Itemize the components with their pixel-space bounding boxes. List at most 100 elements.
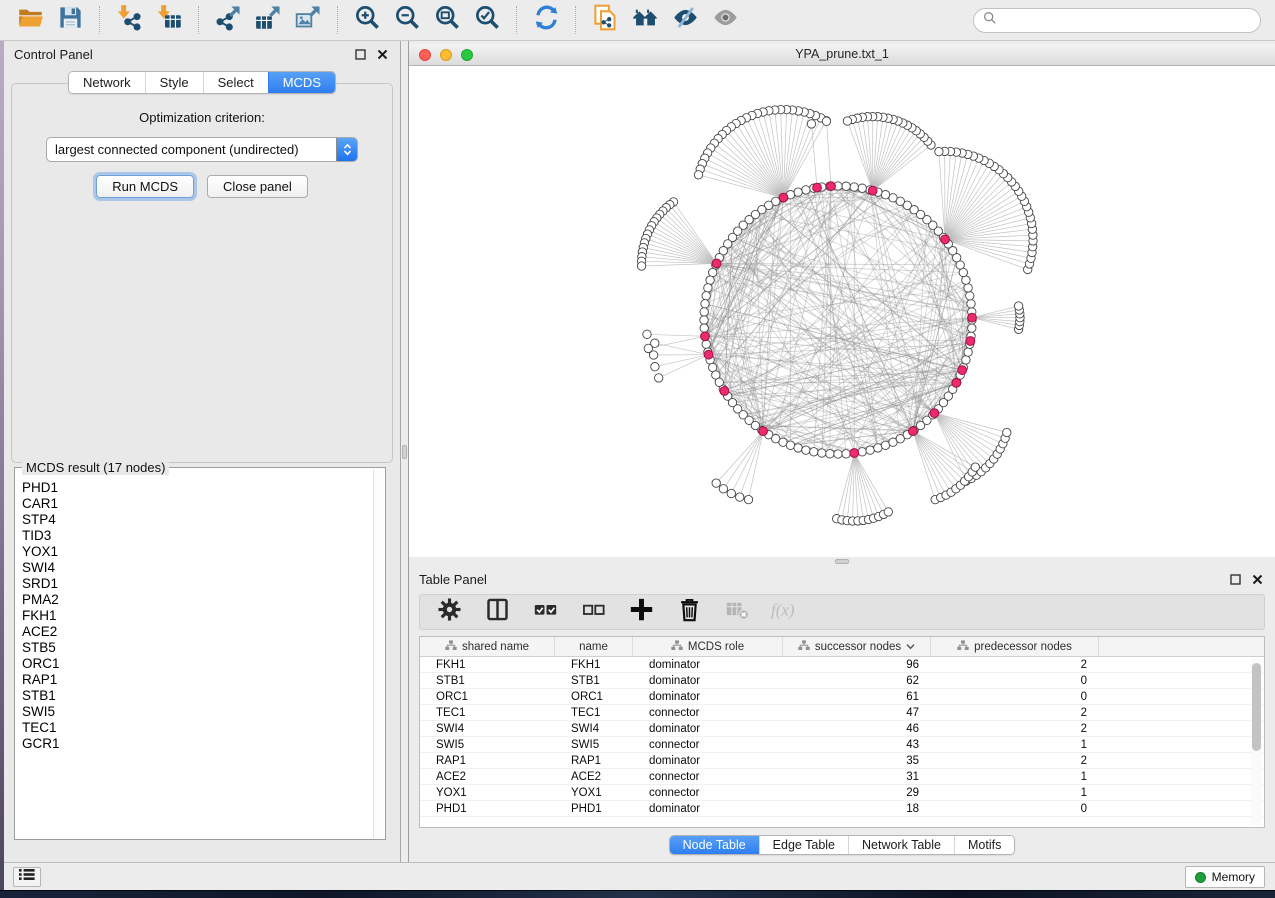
create-column-button[interactable]	[626, 596, 657, 628]
first-neighbors-button[interactable]	[625, 4, 665, 36]
table-row[interactable]: ACE2ACE2connector311	[420, 769, 1264, 785]
table-scrollbar[interactable]	[1251, 659, 1262, 825]
table-cell: 2	[931, 657, 1099, 672]
mcds-result-item[interactable]: RAP1	[22, 672, 373, 688]
network-graph[interactable]	[409, 66, 1275, 557]
zoom-fit-button[interactable]	[427, 4, 467, 36]
scrollbar-thumb[interactable]	[1252, 663, 1261, 751]
criterion-select[interactable]: largest connected component (undirected)	[46, 137, 358, 162]
mcds-result-item[interactable]: TEC1	[22, 720, 373, 736]
mcds-result-item[interactable]: PHD1	[22, 480, 373, 496]
memory-button[interactable]: Memory	[1185, 866, 1265, 888]
tab-motifs[interactable]: Motifs	[954, 836, 1014, 854]
select-all-button[interactable]	[530, 596, 561, 628]
column-header-predecessor-nodes[interactable]: predecessor nodes	[931, 637, 1099, 656]
close-panel-button[interactable]: Close panel	[207, 175, 308, 198]
apply-layout-button[interactable]	[526, 4, 566, 36]
tab-style[interactable]: Style	[145, 72, 203, 93]
criterion-selected-value: largest connected component (undirected)	[47, 142, 336, 157]
table-row[interactable]: TEC1TEC1connector472	[420, 705, 1264, 721]
tab-select[interactable]: Select	[203, 72, 268, 93]
mcds-result-item[interactable]: PMA2	[22, 592, 373, 608]
panel-menu-button[interactable]	[13, 867, 41, 887]
delete-column-button[interactable]	[674, 596, 705, 628]
tab-network-table[interactable]: Network Table	[848, 836, 954, 854]
open-session-button[interactable]	[10, 4, 50, 36]
table-cell: ACE2	[420, 769, 555, 784]
table-row[interactable]: YOX1YOX1connector291	[420, 785, 1264, 801]
import-network-icon	[114, 4, 145, 36]
tab-network[interactable]: Network	[69, 72, 145, 93]
show-all-button[interactable]	[705, 4, 745, 36]
run-mcds-button[interactable]: Run MCDS	[96, 175, 194, 198]
mcds-result-item[interactable]: STB1	[22, 688, 373, 704]
table-row[interactable]: SWI4SWI4dominator462	[420, 721, 1264, 737]
table-mode-gear-button[interactable]	[434, 596, 465, 628]
table-row[interactable]: FKH1FKH1dominator962	[420, 657, 1264, 673]
column-label: name	[579, 641, 608, 653]
search-box[interactable]	[973, 8, 1261, 33]
mcds-result-item[interactable]: SWI5	[22, 704, 373, 720]
mcds-list-scrollbar[interactable]	[373, 469, 384, 838]
tab-edge-table[interactable]: Edge Table	[759, 836, 848, 854]
table-row[interactable]: STB1STB1dominator620	[420, 673, 1264, 689]
table-cell: 62	[783, 673, 931, 688]
import-network-button[interactable]	[109, 4, 149, 36]
mcds-result-item[interactable]: SRD1	[22, 576, 373, 592]
float-panel-icon[interactable]	[352, 46, 368, 62]
column-header-successor-nodes[interactable]: successor nodes	[783, 637, 931, 656]
zoom-out-button[interactable]	[387, 4, 427, 36]
table-header-row: shared name name MCDS rolesuccessor nodesp…	[420, 637, 1264, 657]
zoom-in-button[interactable]	[347, 4, 387, 36]
column-header-MCDS-role[interactable]: MCDS role	[633, 637, 783, 656]
vertical-splitter[interactable]	[401, 41, 409, 862]
splitter-grip[interactable]	[835, 559, 849, 564]
close-panel-icon[interactable]	[374, 46, 390, 62]
close-panel-icon[interactable]	[1249, 571, 1265, 587]
search-input[interactable]	[1002, 13, 1251, 27]
table-row[interactable]: SWI5SWI5connector431	[420, 737, 1264, 753]
mcds-result-item[interactable]: CAR1	[22, 496, 373, 512]
mcds-result-item[interactable]: STP4	[22, 512, 373, 528]
mcds-result-item[interactable]: ORC1	[22, 656, 373, 672]
toolbar-separator	[575, 6, 576, 34]
table-row[interactable]: PHD1PHD1dominator180	[420, 801, 1264, 817]
splitter-grip[interactable]	[402, 445, 407, 459]
import-table-button[interactable]	[149, 4, 189, 36]
network-view-canvas[interactable]	[409, 66, 1275, 557]
tab-node-table[interactable]: Node Table	[670, 836, 759, 854]
mcds-result-list: PHD1CAR1STP4TID3YOX1SWI4SRD1PMA2FKH1ACE2…	[15, 474, 373, 837]
import-table-icon	[154, 4, 185, 36]
save-session-button[interactable]	[50, 4, 90, 36]
tab-mcds[interactable]: MCDS	[268, 72, 335, 93]
table-cell: 46	[783, 721, 931, 736]
deselect-all-button[interactable]	[578, 596, 609, 628]
mcds-result-item[interactable]: TID3	[22, 528, 373, 544]
toggle-panel-button[interactable]	[482, 596, 513, 628]
optimization-criterion-label: Optimization criterion:	[12, 110, 392, 125]
mcds-result-item[interactable]: ACE2	[22, 624, 373, 640]
table-row[interactable]: RAP1RAP1dominator352	[420, 753, 1264, 769]
new-network-from-selection-button[interactable]	[585, 4, 625, 36]
export-network-button[interactable]	[208, 4, 248, 36]
table-cell: TEC1	[420, 705, 555, 720]
select-all-icon	[530, 596, 561, 628]
shared-column-icon	[445, 640, 457, 654]
table-cell: SWI5	[555, 737, 633, 752]
table-row[interactable]: ORC1ORC1dominator610	[420, 689, 1264, 705]
hide-selected-button[interactable]	[665, 4, 705, 36]
mcds-result-item[interactable]: GCR1	[22, 736, 373, 752]
column-header-name[interactable]: name	[555, 637, 633, 656]
zoom-selected-icon	[472, 4, 503, 36]
mcds-result-item[interactable]: SWI4	[22, 560, 373, 576]
column-header-shared-name[interactable]: shared name	[420, 637, 555, 656]
mcds-result-item[interactable]: YOX1	[22, 544, 373, 560]
float-panel-icon[interactable]	[1227, 571, 1243, 587]
zoom-selected-button[interactable]	[467, 4, 507, 36]
export-table-button[interactable]	[248, 4, 288, 36]
mcds-result-item[interactable]: FKH1	[22, 608, 373, 624]
export-image-button[interactable]	[288, 4, 328, 36]
mcds-result-item[interactable]: STB5	[22, 640, 373, 656]
horizontal-splitter[interactable]	[409, 557, 1275, 566]
delete-table-button	[722, 596, 753, 628]
